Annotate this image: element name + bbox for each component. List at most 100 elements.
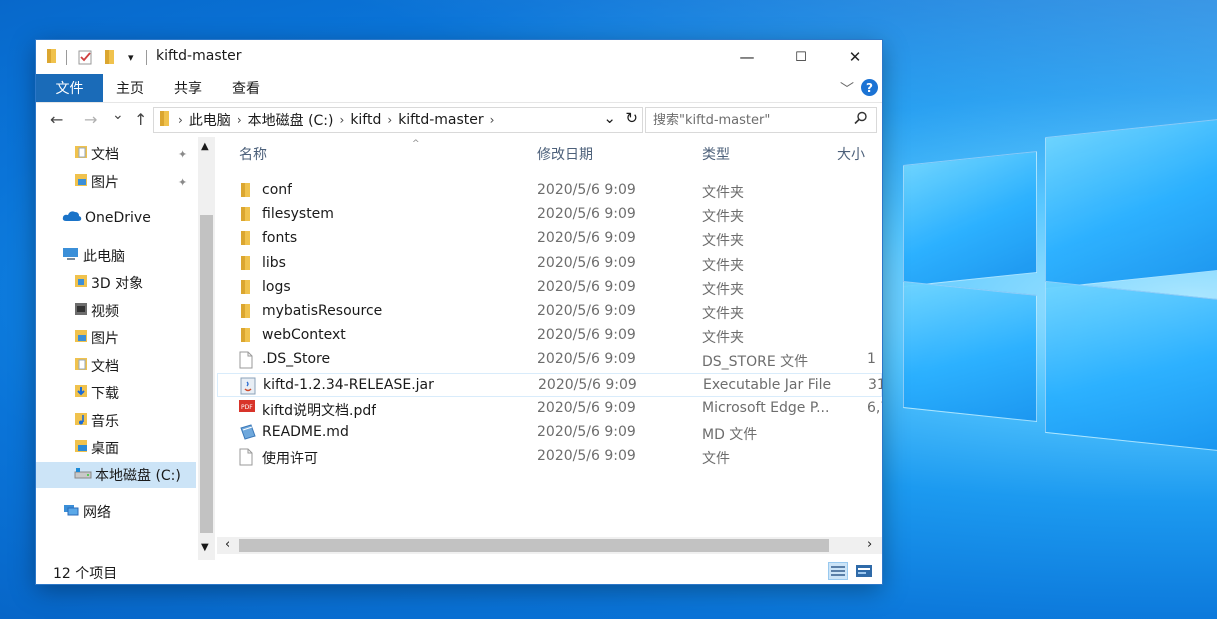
file-name: .DS_Store [262, 351, 331, 368]
file-type: 文件 [702, 451, 730, 468]
column-header-date[interactable]: 修改日期 [537, 137, 593, 171]
file-row[interactable]: libs 2020/5/6 9:09 文件夹 [217, 252, 882, 276]
file-type: DS_STORE 文件 [702, 354, 809, 371]
music-folder-icon [74, 412, 88, 430]
recent-locations-icon[interactable]: ⌄ [112, 107, 124, 123]
help-icon[interactable]: ? [861, 79, 878, 96]
navigation-pane: ▲ ▼ 文档 ✦ 图片 ✦ OneDrive 此电脑 3D 对象视频 图片 文档 下载 音乐桌面本地… [36, 137, 216, 560]
minimize-button[interactable]: — [724, 40, 770, 74]
nav-item-label: 3D 对象 [91, 276, 144, 292]
maximize-button[interactable]: ☐ [778, 40, 824, 74]
nav-item[interactable]: OneDrive [36, 205, 196, 231]
file-row[interactable]: .DS_Store 2020/5/6 9:09 DS_STORE 文件 1 [217, 348, 882, 372]
file-row[interactable]: 使用许可 2020/5/6 9:09 文件 [217, 445, 882, 469]
nav-item[interactable]: 视频 [36, 298, 196, 324]
file-row[interactable]: README.md 2020/5/6 9:09 MD 文件 [217, 421, 882, 445]
file-size: 31 [868, 376, 882, 393]
search-box[interactable] [645, 107, 877, 133]
file-row[interactable]: logs 2020/5/6 9:09 文件夹 [217, 276, 882, 300]
svg-text:PDF: PDF [241, 404, 253, 411]
nav-item-label: OneDrive [85, 210, 151, 226]
md-file-icon [239, 424, 257, 444]
file-name: webContext [262, 327, 346, 344]
file-type: 文件夹 [702, 306, 744, 322]
ribbon-collapse-icon[interactable]: ﹀ [840, 79, 854, 99]
nav-scrollbar[interactable]: ▲ ▼ [198, 137, 215, 560]
file-type: Executable Jar File [703, 376, 832, 393]
file-name: kiftd-1.2.34-RELEASE.jar [263, 376, 434, 393]
file-type: MD 文件 [702, 427, 758, 443]
tab-share[interactable]: 共享 [164, 74, 212, 102]
search-icon[interactable] [854, 111, 868, 129]
details-view-button[interactable] [828, 562, 848, 580]
scroll-left-icon[interactable]: ‹ [225, 537, 230, 552]
breadcrumb-kiftd-master[interactable]: kiftd-master [398, 112, 483, 128]
refresh-icon[interactable]: ↻ [625, 109, 638, 127]
nav-item[interactable]: 下载 [36, 380, 196, 406]
divider [66, 50, 67, 65]
address-bar[interactable]: › 此电脑 › 本地磁盘 (C:) › kiftd › kiftd-master… [153, 107, 643, 133]
folder-icon [239, 182, 251, 202]
details-view-icon [831, 566, 845, 576]
address-row: ← → ⌄ ↑ › 此电脑 › 本地磁盘 (C:) › kiftd › kift… [36, 103, 882, 137]
windows-logo-pane [903, 150, 1037, 288]
nav-item[interactable]: 音乐 [36, 408, 196, 434]
new-folder-icon[interactable] [104, 49, 116, 65]
column-header-size[interactable]: 大小 [837, 137, 865, 171]
scroll-up-icon[interactable]: ▲ [201, 141, 209, 152]
status-bar: 12 个项目 [36, 560, 882, 584]
document-folder-icon [74, 145, 88, 163]
this-pc-icon [62, 247, 80, 265]
nav-item[interactable]: 本地磁盘 (C:) [36, 462, 196, 488]
jar-file-icon [240, 377, 256, 399]
search-input[interactable] [651, 111, 845, 129]
chevron-right-icon: › [236, 113, 242, 127]
file-row[interactable]: conf 2020/5/6 9:09 文件夹 [217, 179, 882, 203]
column-header-name[interactable]: 名称 [239, 137, 267, 171]
blank-file-icon [239, 448, 253, 470]
pin-icon[interactable]: ✦ [178, 148, 187, 161]
file-row[interactable]: kiftd-1.2.34-RELEASE.jar 2020/5/6 9:09 Exe… [217, 372, 882, 399]
nav-item[interactable]: 文档 ✦ [36, 141, 196, 167]
nav-item[interactable]: 桌面 [36, 435, 196, 461]
address-dropdown-icon[interactable]: ⌄ [603, 109, 616, 127]
nav-item[interactable]: 文档 [36, 353, 196, 379]
scroll-down-icon[interactable]: ▼ [201, 542, 209, 553]
pin-icon[interactable]: ✦ [178, 176, 187, 189]
tab-home[interactable]: 主页 [106, 74, 154, 102]
file-type: 文件夹 [702, 233, 744, 250]
title-bar[interactable]: ▾ kiftd-master — ☐ ✕ [36, 40, 882, 74]
breadcrumb-this-pc[interactable]: 此电脑 [189, 110, 231, 130]
back-icon[interactable]: ← [50, 110, 63, 129]
large-icons-view-button[interactable] [854, 562, 874, 580]
nav-item[interactable]: 3D 对象 [36, 270, 196, 296]
file-row[interactable]: mybatisResource 2020/5/6 9:09 文件夹 [217, 300, 882, 324]
file-row[interactable]: fonts 2020/5/6 9:09 文件夹 [217, 227, 882, 251]
file-row[interactable]: PDF kiftd说明文档.pdf 2020/5/6 9:09 Microsoft E… [217, 397, 882, 421]
scroll-right-icon[interactable]: › [867, 537, 872, 552]
blank-file-icon [239, 351, 253, 373]
file-date: 2020/5/6 9:09 [537, 182, 636, 198]
nav-item[interactable]: 图片 [36, 325, 196, 351]
breadcrumb-kiftd[interactable]: kiftd [350, 112, 381, 128]
nav-scrollbar-thumb[interactable] [200, 215, 213, 533]
column-header-type[interactable]: 类型 [702, 137, 730, 171]
up-icon[interactable]: ↑ [134, 110, 147, 129]
file-row[interactable]: filesystem 2020/5/6 9:09 文件夹 [217, 203, 882, 227]
nav-item[interactable]: 此电脑 [36, 243, 196, 269]
tab-view[interactable]: 查看 [222, 74, 270, 102]
file-date: 2020/5/6 9:09 [537, 254, 636, 271]
nav-item[interactable]: 网络 [36, 499, 196, 525]
properties-icon[interactable] [78, 49, 93, 65]
breadcrumb-local-disk[interactable]: 本地磁盘 (C:) [248, 110, 334, 130]
nav-item[interactable]: 图片 ✦ [36, 169, 196, 195]
nav-item-label: 桌面 [91, 441, 119, 457]
file-row[interactable]: webContext 2020/5/6 9:09 文件夹 [217, 324, 882, 348]
tab-file[interactable]: 文件 [36, 74, 103, 102]
forward-icon[interactable]: → [84, 110, 97, 129]
horizontal-scrollbar-thumb[interactable] [239, 539, 829, 552]
close-button[interactable]: ✕ [832, 40, 878, 74]
horizontal-scrollbar[interactable]: ‹ › [217, 537, 882, 554]
customize-toolbar-dropdown-icon[interactable]: ▾ [128, 49, 134, 65]
file-date: 2020/5/6 9:09 [537, 399, 636, 416]
